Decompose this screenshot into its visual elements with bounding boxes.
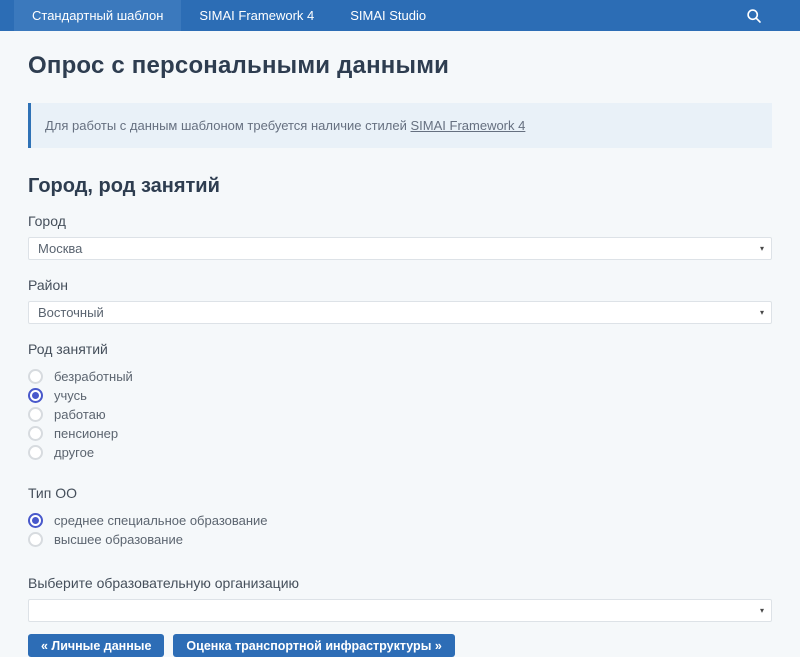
radio-option-label: среднее специальное образование	[54, 513, 268, 528]
radio-icon	[28, 426, 43, 441]
nav-item-simai-framework[interactable]: SIMAI Framework 4	[181, 0, 332, 31]
city-label: Город	[28, 213, 772, 229]
main-content: Опрос с персональными данными Для работы…	[0, 52, 800, 657]
radio-icon	[28, 532, 43, 547]
district-select-value: Восточный	[38, 305, 104, 320]
district-label: Район	[28, 277, 772, 293]
radio-option-unemployed[interactable]: безработный	[28, 367, 772, 386]
radio-icon	[28, 513, 43, 528]
prev-step-button[interactable]: « Личные данные	[28, 634, 164, 657]
radio-option-label: пенсионер	[54, 426, 118, 441]
city-select[interactable]: Москва ▾	[28, 237, 772, 260]
next-step-button[interactable]: Оценка транспортной инфраструктуры »	[173, 634, 454, 657]
alert-text: Для работы с данным шаблоном требуется н…	[45, 118, 411, 133]
radio-option-other[interactable]: другое	[28, 443, 772, 462]
framework-alert: Для работы с данным шаблоном требуется н…	[28, 103, 772, 148]
organization-select[interactable]: ▾	[28, 599, 772, 622]
search-icon	[746, 8, 762, 24]
nav-item-standard-template[interactable]: Стандартный шаблон	[14, 0, 181, 31]
chevron-down-icon: ▾	[760, 308, 764, 317]
radio-icon	[28, 445, 43, 460]
radio-option-pensioner[interactable]: пенсионер	[28, 424, 772, 443]
radio-option-label: другое	[54, 445, 94, 460]
nav-item-simai-studio[interactable]: SIMAI Studio	[332, 0, 444, 31]
district-select[interactable]: Восточный ▾	[28, 301, 772, 324]
framework-link[interactable]: SIMAI Framework 4	[411, 118, 526, 133]
search-button[interactable]	[734, 0, 774, 31]
radio-icon	[28, 388, 43, 403]
edu-type-radio-group: среднее специальное образование высшее о…	[28, 511, 772, 549]
page-title: Опрос с персональными данными	[28, 52, 772, 80]
radio-icon	[28, 407, 43, 422]
occupation-label: Род занятий	[28, 341, 772, 357]
radio-option-higher[interactable]: высшее образование	[28, 530, 772, 549]
chevron-down-icon: ▾	[760, 606, 764, 615]
organization-label: Выберите образовательную организацию	[28, 575, 772, 591]
top-navbar: Стандартный шаблон SIMAI Framework 4 SIM…	[0, 0, 800, 31]
radio-option-label: высшее образование	[54, 532, 183, 547]
section-title: Город, род занятий	[28, 175, 772, 198]
radio-option-label: безработный	[54, 369, 133, 384]
radio-option-label: работаю	[54, 407, 106, 422]
city-select-value: Москва	[38, 241, 82, 256]
nav-spacer	[444, 0, 734, 31]
radio-option-working[interactable]: работаю	[28, 405, 772, 424]
radio-option-label: учусь	[54, 388, 87, 403]
radio-option-secondary-special[interactable]: среднее специальное образование	[28, 511, 772, 530]
chevron-down-icon: ▾	[760, 244, 764, 253]
edu-type-label: Тип ОО	[28, 485, 772, 501]
wizard-buttons: « Личные данные Оценка транспортной инфр…	[28, 634, 772, 657]
radio-option-studying[interactable]: учусь	[28, 386, 772, 405]
occupation-radio-group: безработный учусь работаю пенсионер друг…	[28, 367, 772, 462]
radio-icon	[28, 369, 43, 384]
